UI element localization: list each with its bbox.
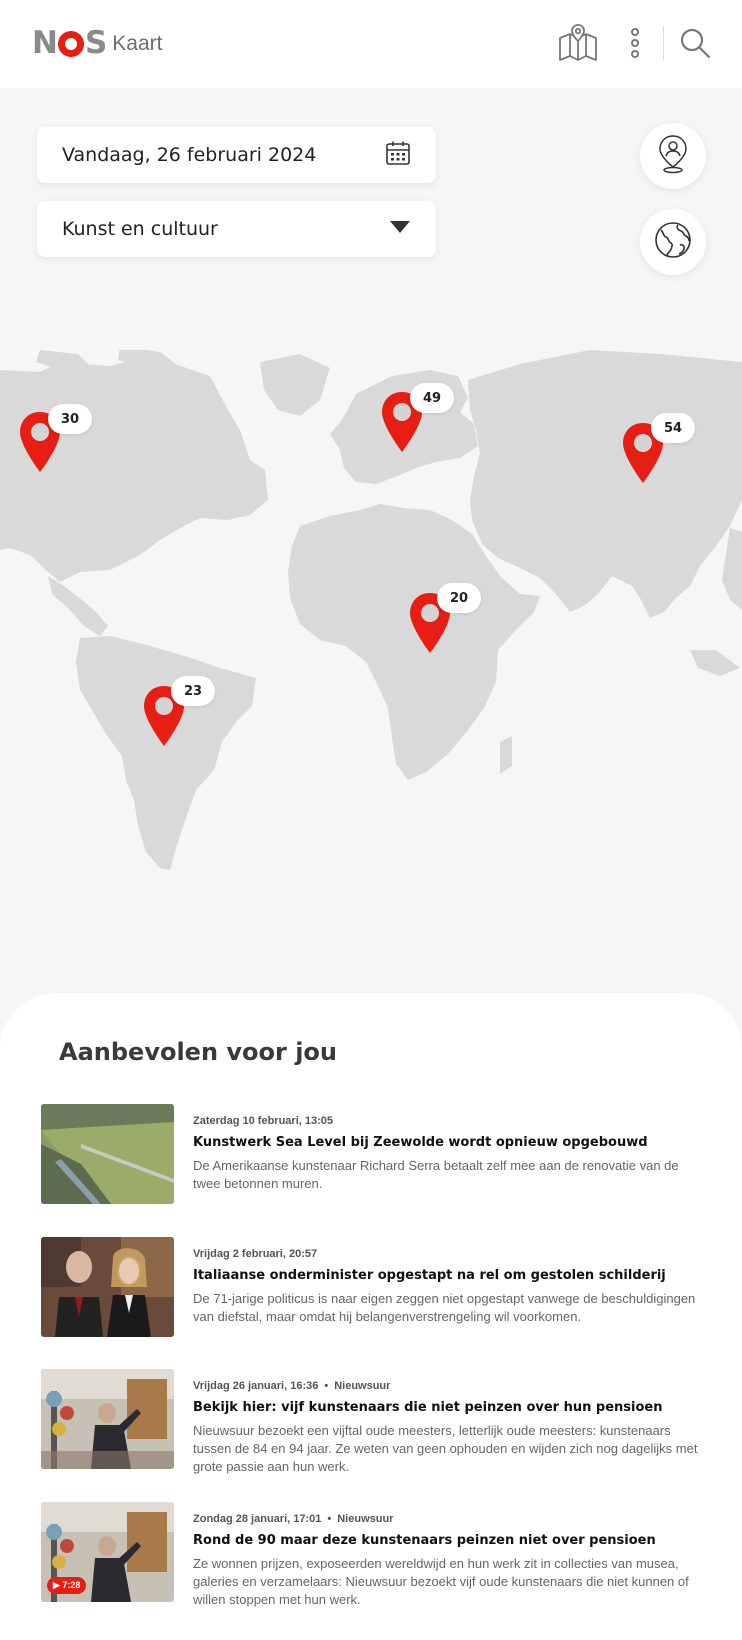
search-icon[interactable] [679,27,711,64]
map-pin-count: 23 [171,676,215,706]
article-thumbnail: ▶ 7:28 [41,1502,174,1602]
world-map[interactable]: 30 49 54 20 23 [0,346,742,920]
article-date: Zaterdag 10 februari, 13:05 [193,1115,334,1127]
article-date: Zondag 28 januari, 17:01 [193,1513,322,1525]
article-item[interactable]: Vrijdag 2 februari, 20:57 Italiaanse ond… [41,1237,701,1337]
article-date: Vrijdag 26 januari, 16:36 [193,1380,319,1392]
article-date: Vrijdag 2 februari, 20:57 [193,1248,318,1260]
chevron-down-icon [389,220,411,239]
video-duration-badge: ▶ 7:28 [47,1577,87,1594]
article-thumbnail [41,1369,174,1469]
article-body: Vrijdag 2 februari, 20:57 Italiaanse ond… [193,1247,701,1326]
article-meta: Vrijdag 2 februari, 20:57 [193,1247,701,1261]
article-meta: Zaterdag 10 februari, 13:05 [193,1114,701,1128]
article-title[interactable]: Kunstwerk Sea Level bij Zeewolde wordt o… [193,1134,701,1152]
article-meta: Zondag 28 januari, 17:01 • Nieuwsuur [193,1512,701,1526]
article-item[interactable]: ▶ 7:28 Zondag 28 januari, 17:01 • Nieuwsuu… [41,1502,701,1607]
article-source: Nieuwsuur [337,1513,394,1525]
map-pin-count: 54 [651,413,695,443]
recommended-panel: Aanbevolen voor jou Zaterdag 10 februari… [0,993,742,1640]
calendar-icon [385,140,411,171]
map-icon[interactable] [558,24,598,67]
world-view-button[interactable] [640,209,706,275]
article-item[interactable]: Vrijdag 26 januari, 16:36 • Nieuwsuur Beki… [41,1369,701,1474]
meta-separator: • [324,1380,329,1392]
article-item[interactable]: Zaterdag 10 februari, 13:05 Kunstwerk Se… [41,1104,701,1204]
article-title[interactable]: Bekijk hier: vijf kunstenaars die niet p… [193,1399,701,1417]
article-body: Zaterdag 10 februari, 13:05 Kunstwerk Se… [193,1114,701,1193]
location-person-icon [656,134,690,179]
article-body: Vrijdag 26 januari, 16:36 • Nieuwsuur Beki… [193,1379,701,1476]
app-header: N S Kaart [0,0,742,88]
article-description: Nieuwsuur bezoekt een vijftal oude meest… [193,1423,698,1474]
article-title[interactable]: Rond de 90 maar deze kunstenaars peinzen… [193,1532,701,1550]
article-description: Ze wonnen prijzen, exposeerden wereldwij… [193,1556,689,1607]
meta-separator: • [327,1513,332,1525]
date-picker-label: Vandaag, 26 februari 2024 [62,144,317,166]
logo-o-mark [57,30,84,57]
date-picker[interactable]: Vandaag, 26 februari 2024 [37,127,436,183]
header-divider [663,26,664,60]
category-select[interactable]: Kunst en cultuur [37,201,436,257]
locate-me-button[interactable] [640,123,706,189]
logo-subtitle: Kaart [112,32,163,55]
article-thumbnail [41,1104,174,1204]
map-pin-count: 30 [48,404,92,434]
article-thumbnail [41,1237,174,1337]
article-meta: Vrijdag 26 januari, 16:36 • Nieuwsuur [193,1379,701,1393]
article-description: De Amerikaanse kunstenaar Richard Serra … [193,1158,679,1191]
map-pin-count: 49 [410,383,454,413]
video-duration: 7:28 [62,1580,81,1590]
more-vertical-icon[interactable] [627,28,643,63]
logo-n: N [32,25,58,61]
article-title[interactable]: Italiaanse onderminister opgestapt na re… [193,1267,701,1285]
recommended-title: Aanbevolen voor jou [59,1038,338,1066]
logo-s: S [84,25,107,61]
article-source: Nieuwsuur [334,1380,391,1392]
category-select-label: Kunst en cultuur [62,218,218,240]
map-pin-count: 20 [437,583,481,613]
globe-icon [654,221,692,264]
nos-kaart-logo[interactable]: N S Kaart [32,28,162,59]
article-body: Zondag 28 januari, 17:01 • Nieuwsuur Rond … [193,1512,701,1609]
article-description: De 71-jarige politicus is naar eigen zeg… [193,1291,696,1324]
